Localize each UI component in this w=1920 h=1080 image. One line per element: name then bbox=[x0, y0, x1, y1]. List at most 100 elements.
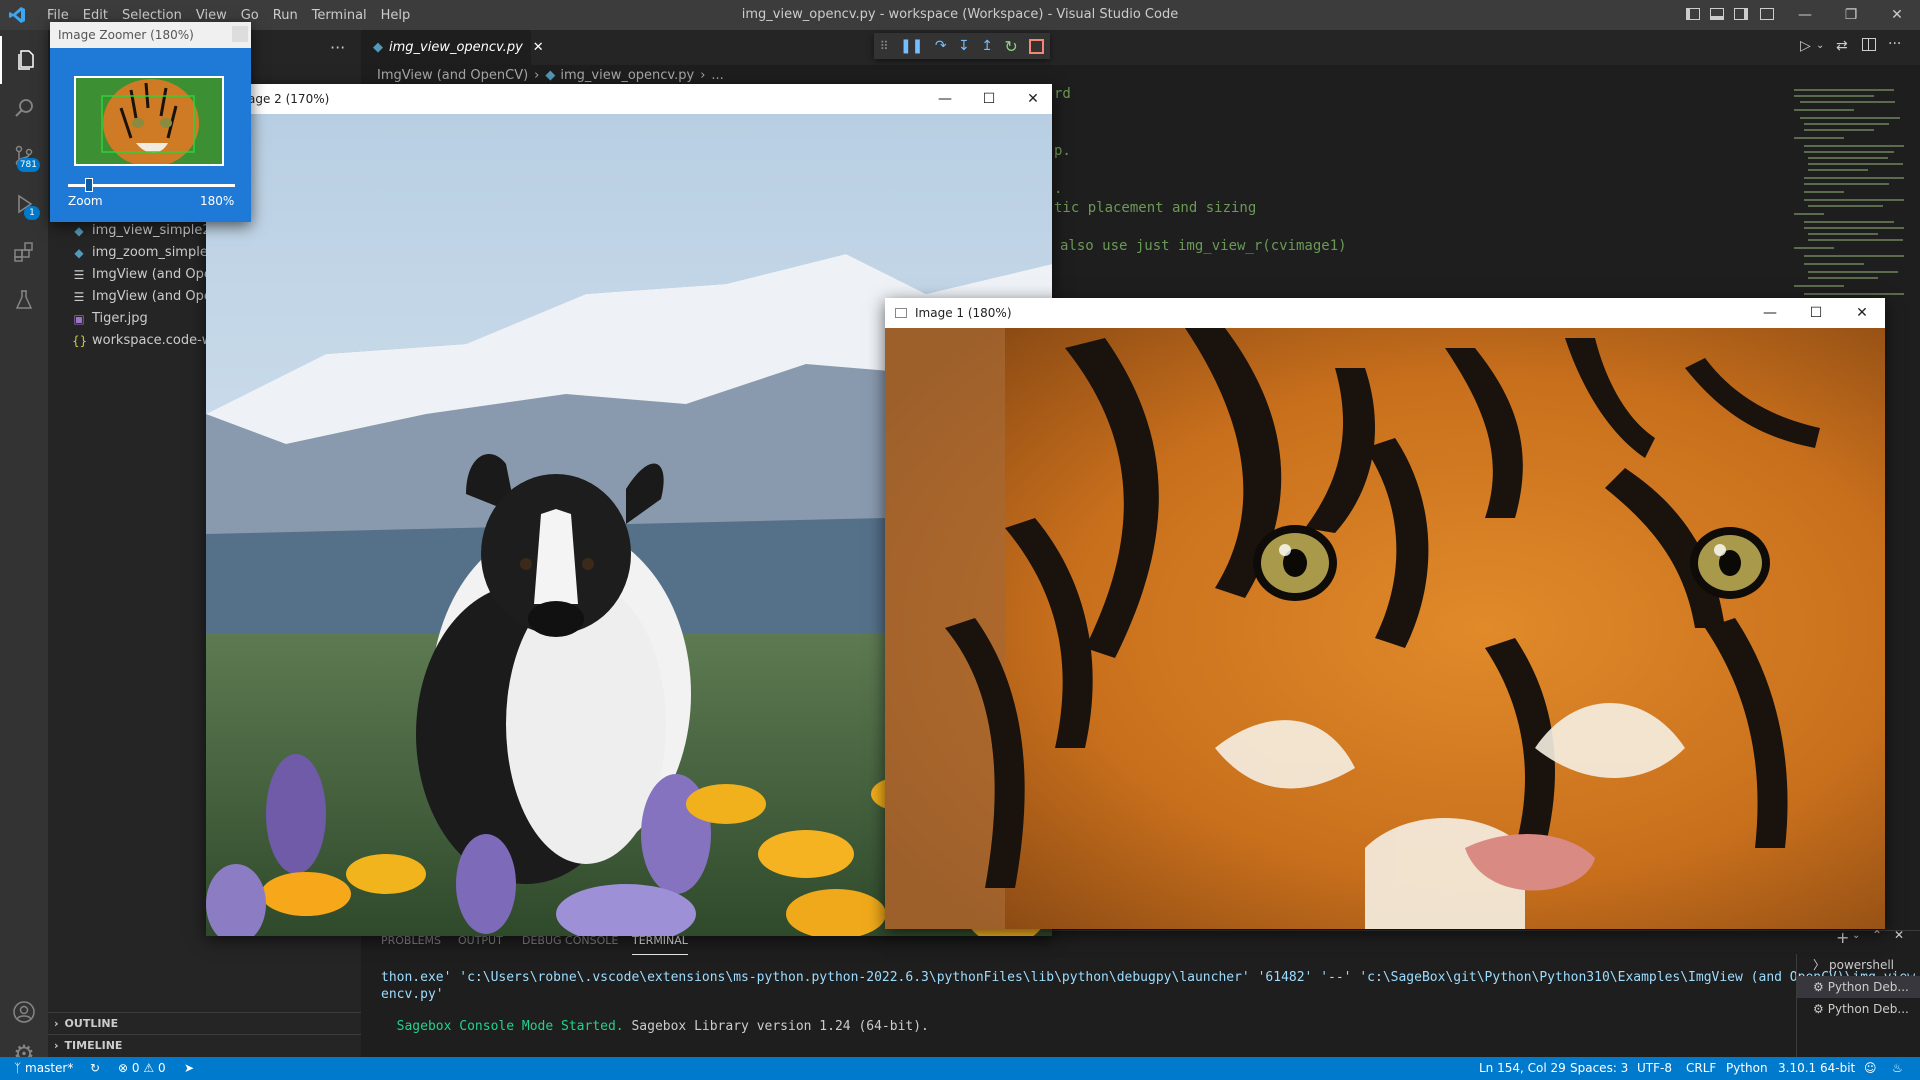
terminal-item[interactable]: ⚙ Python Deb... bbox=[1797, 976, 1920, 998]
file-item[interactable]: ▣ Tiger.jpg bbox=[72, 308, 147, 330]
customize-layout-icon[interactable] bbox=[1760, 8, 1774, 20]
stop-icon[interactable] bbox=[1029, 38, 1045, 54]
text-file-icon: ☰ bbox=[73, 268, 85, 282]
image-2-close-button[interactable]: ✕ bbox=[1010, 84, 1056, 114]
extensions-icon[interactable] bbox=[0, 228, 48, 276]
zoomer-close-button[interactable] bbox=[232, 26, 248, 42]
toggle-secondary-sidebar-icon[interactable] bbox=[1734, 8, 1748, 20]
branch-indicator[interactable]: ᛉ master* bbox=[14, 1057, 73, 1080]
debug-badge: 1 bbox=[24, 206, 40, 220]
restore-button[interactable]: ❐ bbox=[1828, 0, 1874, 30]
zoom-value: 180% bbox=[200, 194, 235, 208]
tab-img-view-opencv[interactable]: ◆ img_view_opencv.py ✕ bbox=[361, 30, 544, 65]
image-2-minimize-button[interactable]: — bbox=[922, 84, 968, 114]
menu-file[interactable]: File bbox=[40, 8, 76, 23]
terminal-green-text: Sagebox Console Mode Started. bbox=[396, 1019, 624, 1034]
git-branch-icon: ᛉ bbox=[14, 1061, 22, 1075]
menu-go[interactable]: Go bbox=[234, 8, 266, 23]
image-2-maximize-button[interactable]: ☐ bbox=[966, 84, 1012, 114]
terminal-list: 〉 powershell ⚙ Python Deb... ⚙ Python Deb..… bbox=[1796, 954, 1920, 1057]
zoomer-title: Image Zoomer (180%) bbox=[58, 28, 194, 42]
encoding[interactable]: UTF-8 bbox=[1637, 1057, 1672, 1080]
maximize-panel-icon[interactable]: ⌃ bbox=[1872, 928, 1882, 942]
step-out-icon[interactable]: ↥ bbox=[981, 38, 993, 54]
timeline-section[interactable]: › TIMELINE bbox=[48, 1034, 361, 1057]
terminal-version-text: Sagebox Library version 1.24 (64-bit). bbox=[623, 1019, 929, 1034]
gear-icon: ⚙ bbox=[1813, 980, 1824, 994]
split-editor-icon[interactable] bbox=[1862, 38, 1876, 51]
feedback-icon[interactable]: ☺ bbox=[1864, 1057, 1877, 1080]
image-2-title: age 2 (170%) bbox=[248, 92, 330, 106]
restart-icon[interactable]: ↻ bbox=[1004, 37, 1017, 56]
step-into-icon[interactable]: ↧ bbox=[958, 38, 970, 54]
text-file-icon: ☰ bbox=[73, 290, 85, 304]
testing-icon[interactable] bbox=[0, 276, 48, 324]
search-icon[interactable] bbox=[0, 84, 48, 132]
run-debug-icon[interactable]: 1 bbox=[0, 180, 48, 228]
editor-more-icon[interactable]: ··· bbox=[1888, 36, 1901, 52]
zoomer-thumbnail[interactable] bbox=[74, 76, 224, 166]
sync-icon[interactable]: ↻ bbox=[90, 1057, 100, 1080]
run-file-icon[interactable]: ▷ bbox=[1800, 38, 1811, 54]
warning-icon: ⚠ bbox=[143, 1061, 155, 1075]
minimize-button[interactable]: — bbox=[1782, 0, 1828, 30]
python-icon: ◆ bbox=[74, 246, 84, 260]
gear-icon: ⚙ bbox=[1813, 1002, 1824, 1016]
live-share-icon[interactable]: ➤ bbox=[184, 1057, 194, 1080]
indentation[interactable]: Spaces: 3 bbox=[1570, 1057, 1628, 1080]
file-item[interactable]: ◆ img_zoom_simple.py bbox=[72, 242, 228, 264]
close-panel-icon[interactable]: ✕ bbox=[1894, 928, 1904, 942]
zoom-slider-thumb[interactable] bbox=[85, 178, 93, 192]
zoom-slider-track[interactable] bbox=[68, 184, 235, 187]
code-line: p. bbox=[1054, 143, 1071, 159]
notifications-bell-icon[interactable]: ♨ bbox=[1892, 1057, 1903, 1080]
error-icon: ⊗ bbox=[118, 1061, 129, 1075]
toggle-sidebar-icon[interactable] bbox=[1686, 8, 1700, 20]
cursor-position[interactable]: Ln 154, Col 29 bbox=[1479, 1057, 1566, 1080]
terminal-line: thon.exe' 'c:\Users\robne\.vscode\extens… bbox=[381, 970, 1920, 985]
outline-section[interactable]: › OUTLINE bbox=[48, 1012, 361, 1035]
pause-icon[interactable]: ❚❚ bbox=[900, 38, 923, 54]
python-interpreter[interactable]: 3.10.1 64-bit bbox=[1778, 1057, 1855, 1080]
title-bar: img_view_opencv.py - workspace (Workspac… bbox=[0, 0, 1920, 30]
menu-run[interactable]: Run bbox=[266, 8, 305, 23]
problems-indicator[interactable]: ⊗ 0 ⚠ 0 bbox=[118, 1057, 166, 1080]
terminal-item[interactable]: ⚙ Python Deb... bbox=[1797, 998, 1920, 1020]
chevron-right-icon: › bbox=[54, 1017, 59, 1030]
zoom-label: Zoom bbox=[68, 194, 103, 208]
code-line: . bbox=[1054, 181, 1063, 197]
toggle-panel-icon[interactable] bbox=[1710, 8, 1724, 20]
chevron-down-icon[interactable]: ⌄ bbox=[1852, 930, 1860, 941]
image-1-minimize-button[interactable]: — bbox=[1747, 298, 1793, 328]
activity-bar: 781 1 ⚙ bbox=[0, 30, 50, 1068]
image-file-icon: ▣ bbox=[73, 312, 85, 326]
chevron-right-icon: › bbox=[54, 1039, 59, 1052]
image-1-maximize-button[interactable]: ☐ bbox=[1793, 298, 1839, 328]
chevron-down-icon[interactable]: ⌄ bbox=[1816, 40, 1824, 51]
menu-help[interactable]: Help bbox=[374, 8, 418, 23]
menu-terminal[interactable]: Terminal bbox=[305, 8, 374, 23]
line-ending[interactable]: CRLF bbox=[1686, 1057, 1716, 1080]
close-tab-icon[interactable]: ✕ bbox=[533, 40, 544, 55]
python-icon: ◆ bbox=[74, 224, 84, 238]
explorer-icon[interactable] bbox=[0, 36, 50, 84]
menu-edit[interactable]: Edit bbox=[76, 8, 115, 23]
drag-handle-icon[interactable]: ⠿ bbox=[880, 39, 889, 53]
menu-view[interactable]: View bbox=[189, 8, 234, 23]
image-1-window: Image 1 (180%) — ☐ ✕ bbox=[885, 298, 1885, 929]
source-control-icon[interactable]: 781 bbox=[0, 132, 48, 180]
close-button[interactable]: ✕ bbox=[1874, 0, 1920, 30]
python-icon: ◆ bbox=[373, 40, 383, 55]
explorer-more-actions-icon[interactable]: ··· bbox=[330, 38, 345, 57]
new-terminal-icon[interactable]: + bbox=[1836, 928, 1849, 947]
image-1-close-button[interactable]: ✕ bbox=[1839, 298, 1885, 328]
scm-badge: 781 bbox=[16, 158, 40, 172]
code-line: tic placement and sizing bbox=[1054, 200, 1257, 216]
terminal-item[interactable]: 〉 powershell bbox=[1797, 954, 1920, 976]
compare-changes-icon[interactable]: ⇄ bbox=[1836, 38, 1848, 54]
language-mode[interactable]: Python bbox=[1726, 1057, 1768, 1080]
code-line: also use just img_view_r(cvimage1) bbox=[1060, 238, 1347, 254]
menu-selection[interactable]: Selection bbox=[115, 8, 189, 23]
step-over-icon[interactable]: ↷ bbox=[935, 38, 947, 54]
accounts-icon[interactable] bbox=[0, 988, 48, 1036]
